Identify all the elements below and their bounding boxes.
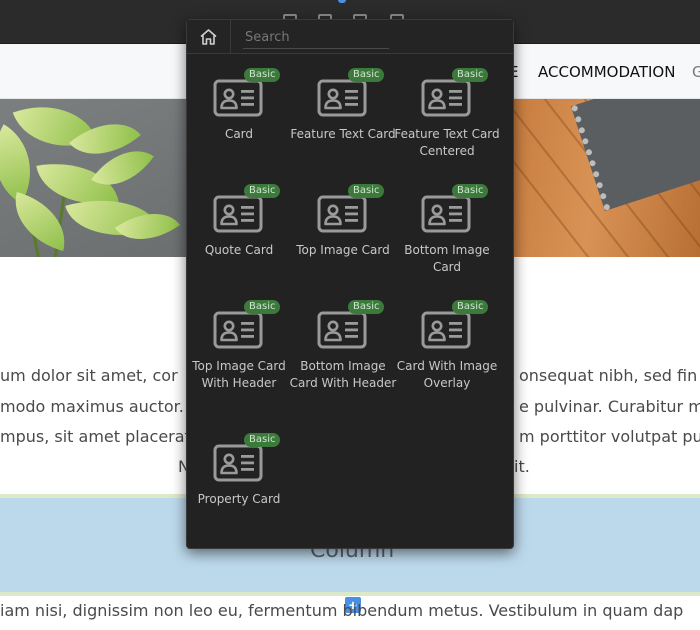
- id-card-icon: [421, 195, 471, 233]
- component-item-feature-text-card[interactable]: Basic Feature Text Card: [290, 68, 396, 178]
- nav-item[interactable]: G: [692, 63, 700, 81]
- basic-badge: Basic: [452, 68, 489, 82]
- basic-badge: Basic: [244, 433, 281, 447]
- nav-item-accommodation[interactable]: ACCOMMODATION: [538, 63, 675, 81]
- basic-badge: Basic: [348, 300, 385, 314]
- toolbar-accent: [338, 0, 346, 3]
- component-item-bottom-image-card[interactable]: Basic Bottom Image Card: [395, 184, 499, 294]
- home-icon: [200, 29, 217, 45]
- id-card-icon: [317, 195, 367, 233]
- basic-badge: Basic: [244, 68, 281, 82]
- component-item-label: Card With Image Overlay: [396, 359, 498, 390]
- component-item-label: Feature Text Card: [290, 127, 396, 141]
- id-card-icon: [421, 79, 471, 117]
- component-item-card-with-image-overlay[interactable]: Basic Card With Image Overlay: [395, 300, 499, 410]
- component-item-card[interactable]: Basic Card: [187, 68, 291, 178]
- component-item-label: Quote Card: [204, 243, 274, 257]
- search-input[interactable]: [243, 27, 389, 49]
- basic-badge: Basic: [452, 300, 489, 314]
- component-item-label: Top Image Card: [296, 243, 390, 257]
- component-item-bottom-image-card-with-header[interactable]: Basic Bottom Image Card With Header: [290, 300, 396, 410]
- component-item-top-image-card-with-header[interactable]: Basic Top Image Card With Header: [187, 300, 291, 410]
- basic-badge: Basic: [348, 68, 385, 82]
- id-card-icon: [213, 195, 263, 233]
- basic-badge: Basic: [348, 184, 385, 198]
- component-item-label: Top Image Card With Header: [192, 359, 286, 390]
- component-item-quote-card[interactable]: Basic Quote Card: [187, 184, 291, 294]
- id-card-icon: [213, 79, 263, 117]
- id-card-icon: [213, 311, 263, 349]
- basic-badge: Basic: [452, 184, 489, 198]
- component-picker: Basic Card Basic Feature Text Card Basic Feat…: [186, 19, 514, 549]
- component-item-label: Feature Text Card Centered: [394, 127, 500, 158]
- basic-badge: Basic: [244, 300, 281, 314]
- picker-header: [187, 20, 513, 54]
- floor-photo: [514, 99, 700, 257]
- component-item-feature-text-card-centered[interactable]: Basic Feature Text Card Centered: [394, 68, 500, 178]
- component-item-label: Property Card: [197, 492, 281, 506]
- id-card-icon: [213, 444, 263, 482]
- paragraph-line: iam nisi, dignissim non leo eu, fermentu…: [0, 601, 684, 620]
- component-item-top-image-card[interactable]: Basic Top Image Card: [291, 184, 395, 294]
- id-card-icon: [317, 311, 367, 349]
- basic-badge: Basic: [244, 184, 281, 198]
- plant-photo: [0, 99, 190, 257]
- component-item-label: Card: [224, 127, 254, 141]
- home-button[interactable]: [187, 20, 231, 54]
- component-item-label: Bottom Image Card With Header: [289, 359, 397, 390]
- id-card-icon: [421, 311, 471, 349]
- component-item-property-card[interactable]: Basic Property Card: [187, 433, 291, 543]
- component-item-label: Bottom Image Card: [404, 243, 490, 274]
- id-card-icon: [317, 79, 367, 117]
